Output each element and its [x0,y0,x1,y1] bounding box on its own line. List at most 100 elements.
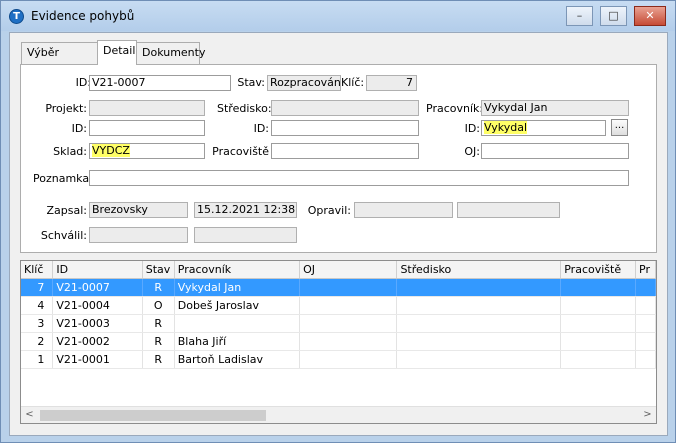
cell-klic: 1 [21,350,54,369]
cell-stav: O [142,296,175,315]
cell-klic: 2 [21,332,54,351]
cell-id: V21-0004 [52,296,143,315]
horizontal-scrollbar[interactable]: < > [21,406,656,423]
projekt-id-field[interactable] [89,120,205,136]
scroll-thumb[interactable] [40,410,266,421]
sklad-field[interactable]: VYDCZ [89,143,205,159]
opravil-field [354,202,453,218]
cell-oj [299,314,398,333]
cell-pr [635,296,656,315]
sklad-value: VYDCZ [92,144,130,157]
stredisko-id-field[interactable] [271,120,419,136]
zapsal-date-field: 15.12.2021 12:38:00 [194,202,297,218]
minimize-button[interactable]: – [566,6,593,26]
projekt-label: Projekt: [45,102,87,115]
table-row[interactable]: 1 V21-0001 R Bartoň Ladislav [21,350,656,369]
zapsal-field: Brezovsky [89,202,188,218]
column-header-pr[interactable]: Pr [635,261,656,279]
tab-vyber[interactable]: Výběr (1/24) [21,42,98,79]
id-field[interactable]: V21-0007 [89,75,231,91]
pracovnik-id-field[interactable]: Vykydal [481,120,606,136]
poznamka-label: Poznamka: [33,172,93,185]
cell-id: V21-0002 [52,332,143,351]
records-grid[interactable]: Klíč ID Stav Pracovník OJ Středisko Prac… [20,260,657,424]
cell-pr [635,278,656,297]
cell-oj [299,278,398,297]
cell-stredisko [396,278,562,297]
detail-panel: ID: V21-0007 Stav: Rozpracováno Klíč: 7 … [20,64,657,253]
app-icon: T [9,9,24,24]
cell-pracoviste [560,314,636,333]
schvalil-label: Schválil: [40,229,87,242]
cell-pr [635,332,656,351]
stav-label: Stav: [237,76,265,89]
records-table: Klíč ID Stav Pracovník OJ Středisko Prac… [21,261,656,369]
pracoviste-field[interactable] [271,143,419,159]
cell-klic: 3 [21,314,54,333]
pracovnik-id-value: Vykydal [484,121,528,134]
table-row-selected[interactable]: 7 V21-0007 R Vykydal Jan [21,278,656,297]
cell-stredisko [396,332,562,351]
cell-pracovnik: Vykydal Jan [174,278,301,297]
scroll-right-icon[interactable]: > [639,407,656,423]
cell-stredisko [396,350,562,369]
column-header-id[interactable]: ID [52,261,143,279]
tab-detail[interactable]: Detail [97,40,137,65]
pracovnik-id-label: ID: [464,122,480,135]
cell-oj [299,350,398,369]
cell-stav: R [142,332,175,351]
zapsal-label: Zapsal: [46,204,88,217]
table-row[interactable]: 3 V21-0003 R [21,314,656,333]
column-header-klic[interactable]: Klíč [21,261,54,279]
cell-stav: R [142,278,175,297]
column-header-stredisko[interactable]: Středisko [396,261,562,279]
cell-oj [299,296,398,315]
cell-pracoviste [560,332,636,351]
cell-klic: 7 [21,278,54,297]
cell-pracovnik: Blaha Jiří [174,332,301,351]
schvalil-field [89,227,188,243]
oj-field[interactable] [481,143,629,159]
cell-pracovnik: Dobeš Jaroslav [174,296,301,315]
maximize-button[interactable]: □ [600,6,627,26]
tab-dokumenty[interactable]: Dokumenty [136,42,205,64]
window-title: Evidence pohybů [31,9,135,23]
main-window: T Evidence pohybů – □ ✕ Výběr (1/24) Det… [0,0,676,443]
title-bar[interactable]: T Evidence pohybů – □ ✕ [1,1,675,31]
opravil-label: Opravil: [307,204,351,217]
cell-id: V21-0001 [52,350,143,369]
oj-label: OJ: [464,145,480,158]
table-row[interactable]: 2 V21-0002 R Blaha Jiří [21,332,656,351]
cell-id: V21-0007 [52,278,143,297]
cell-pracoviste [560,278,636,297]
projekt-id-label: ID: [71,122,87,135]
stredisko-id-label: ID: [253,122,269,135]
stredisko-label: Středisko: [217,102,272,115]
client-area: Výběr (1/24) Detail Dokumenty ID: V21-00… [9,32,668,436]
cell-id: V21-0003 [52,314,143,333]
column-header-oj[interactable]: OJ [299,261,398,279]
column-header-pracoviste[interactable]: Pracoviště [560,261,636,279]
column-header-pracovnik[interactable]: Pracovník [174,261,301,279]
table-row[interactable]: 4 V21-0004 O Dobeš Jaroslav [21,296,656,315]
poznamka-field[interactable] [89,170,629,186]
cell-stav: R [142,314,175,333]
projekt-field [89,100,205,116]
pracovnik-field: Vykydal Jan [481,100,629,116]
stredisko-field [271,100,419,116]
cell-klic: 4 [21,296,54,315]
cell-stav: R [142,350,175,369]
cell-stredisko [396,296,562,315]
grid-header-row: Klíč ID Stav Pracovník OJ Středisko Prac… [21,261,656,279]
close-button[interactable]: ✕ [634,6,666,26]
column-header-stav[interactable]: Stav [142,261,175,279]
cell-stredisko [396,314,562,333]
pracoviste-label: Pracoviště [212,145,269,158]
cell-pracoviste [560,296,636,315]
scroll-left-icon[interactable]: < [21,407,38,423]
cell-pracoviste [560,350,636,369]
opravil-date-field [457,202,560,218]
pracovnik-label: Pracovník: [426,102,484,115]
browse-button[interactable]: ... [611,119,628,136]
cell-pracovnik [174,314,301,333]
